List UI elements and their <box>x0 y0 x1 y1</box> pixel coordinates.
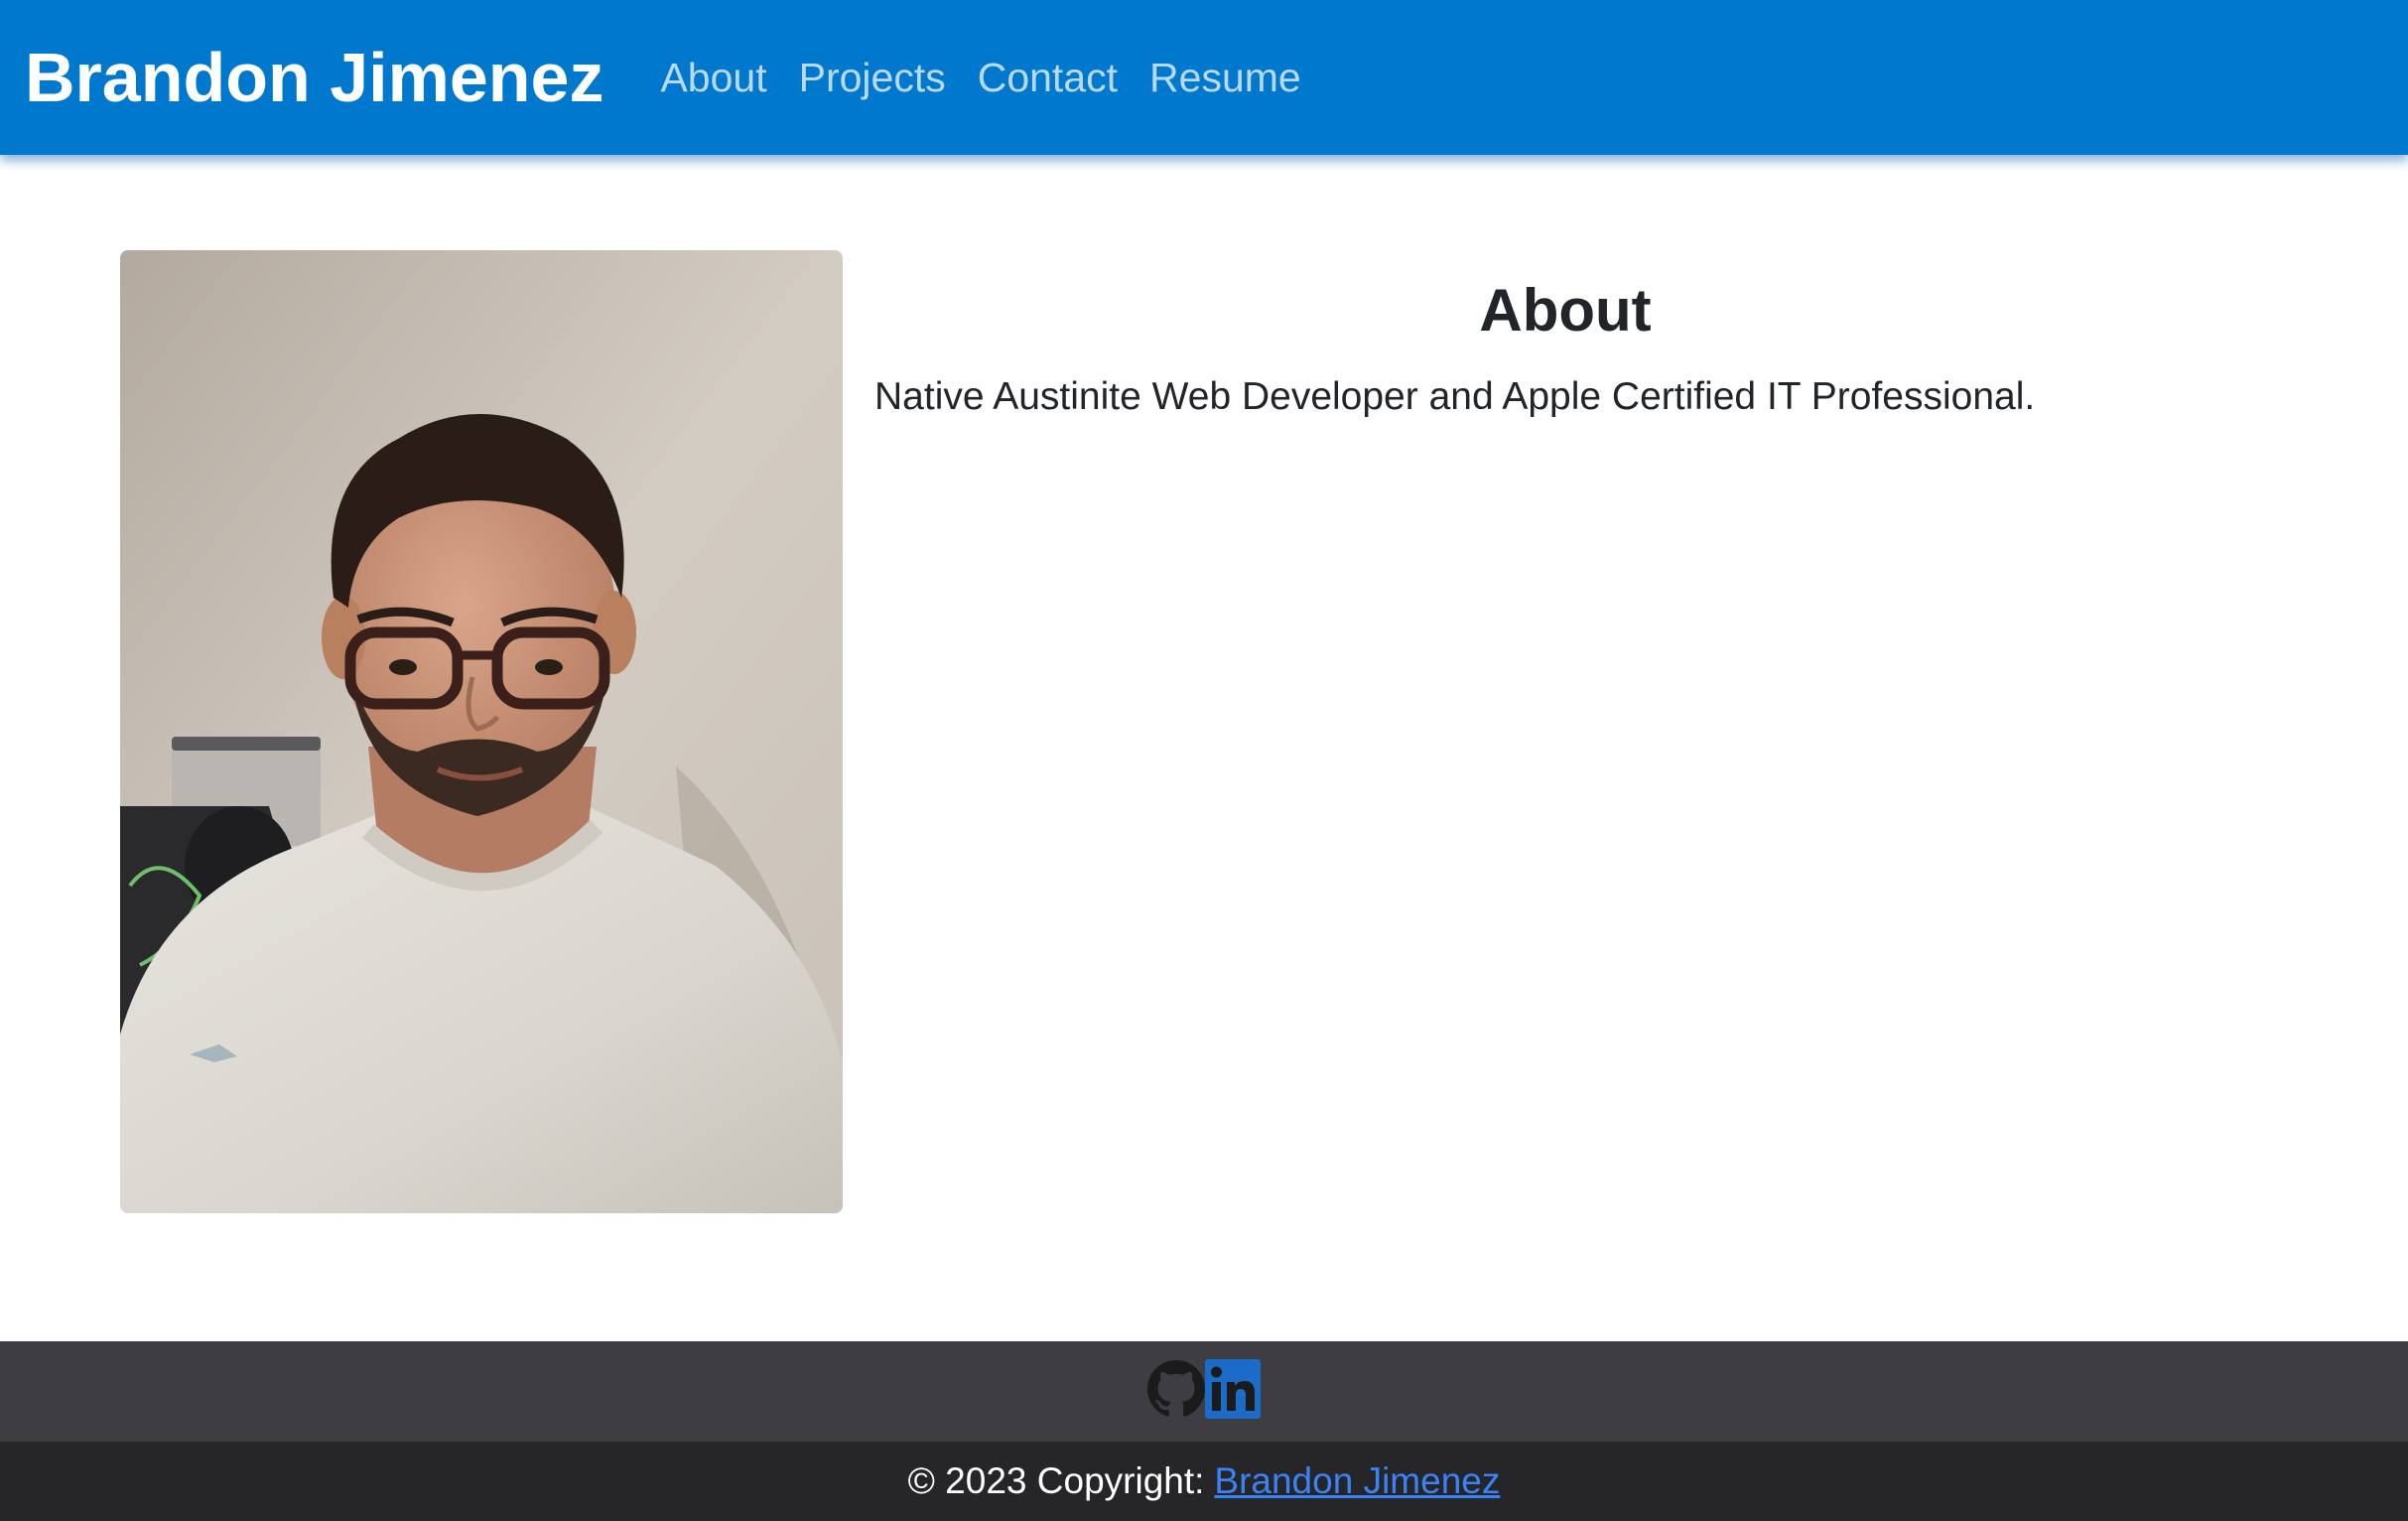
github-icon[interactable] <box>1147 1360 1205 1423</box>
nav-link-contact[interactable]: Contact <box>978 55 1118 101</box>
copyright-text: © 2023 Copyright: <box>907 1460 1205 1501</box>
copyright-bar: © 2023 Copyright: Brandon Jimenez <box>0 1442 2408 1521</box>
about-description: Native Austinite Web Developer and Apple… <box>874 375 2036 418</box>
navbar: Brandon Jimenez About Projects Contact R… <box>0 0 2408 155</box>
brand-link[interactable]: Brandon Jimenez <box>25 38 603 117</box>
about-heading: About <box>1479 277 1652 344</box>
social-links-bar <box>0 1341 2408 1442</box>
linkedin-icon[interactable] <box>1205 1359 1261 1424</box>
copyright-author-link[interactable]: Brandon Jimenez <box>1214 1460 1500 1502</box>
nav-link-projects[interactable]: Projects <box>799 55 946 101</box>
nav-link-resume[interactable]: Resume <box>1149 55 1301 101</box>
nav-links: About Projects Contact Resume <box>628 55 1300 101</box>
nav-link-about[interactable]: About <box>660 55 766 101</box>
profile-photo <box>120 250 843 1213</box>
